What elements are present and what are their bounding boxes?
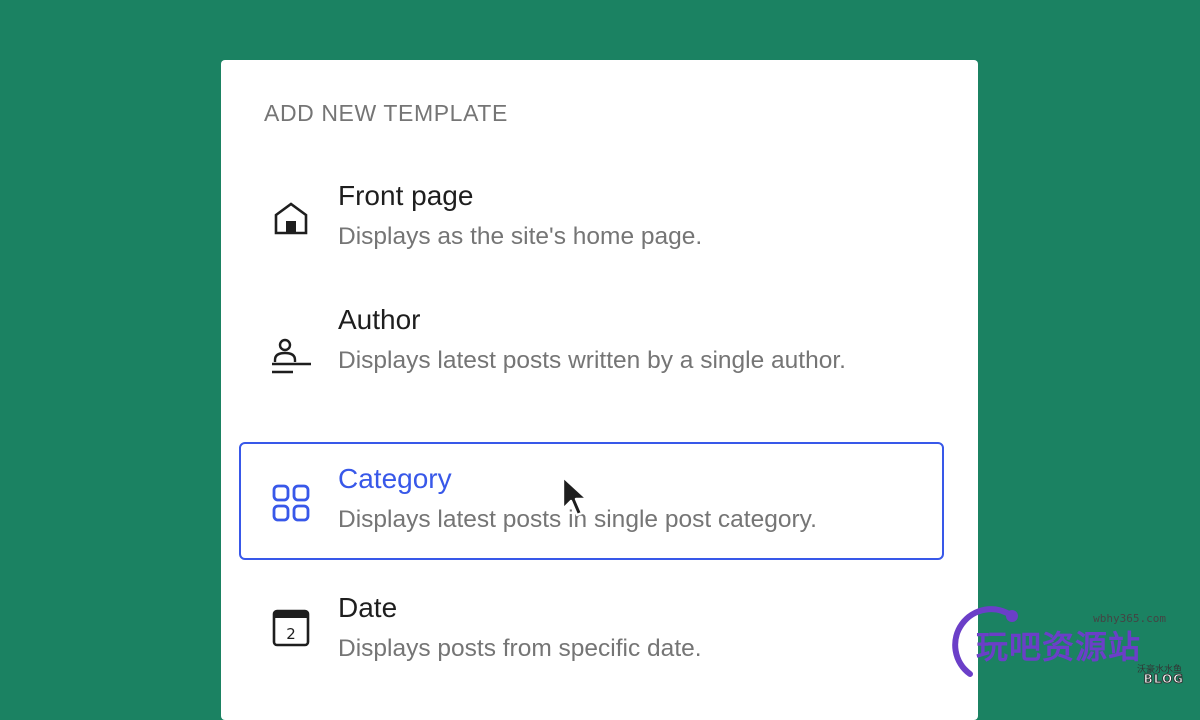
category-grid-icon (272, 484, 310, 522)
menu-item-label: Category (338, 463, 452, 494)
menu-item-author[interactable]: Author Displays latest posts written by … (239, 292, 944, 422)
menu-item-description: Displays latest posts written by a singl… (338, 347, 846, 374)
calendar-icon: 2 (272, 609, 310, 647)
home-icon (274, 202, 308, 235)
menu-item-description: Displays posts from specific date. (338, 635, 702, 662)
author-icon (272, 338, 311, 374)
menu-item-description: Displays as the site's home page. (338, 223, 703, 250)
menu-item-label: Author (338, 304, 421, 335)
menu-item-date[interactable]: 2 Date Displays posts from specific date… (239, 580, 944, 680)
panel-title: ADD NEW TEMPLATE (264, 100, 508, 126)
watermark-blog: BLOG (1143, 672, 1184, 687)
menu-item-label: Date (338, 592, 398, 623)
add-template-panel: ADD NEW TEMPLATE Front page Displays as … (221, 60, 978, 720)
menu-item-front-page[interactable]: Front page Displays as the site's home p… (239, 168, 944, 264)
watermark-name: 玩吧资源站 (976, 628, 1142, 666)
mouse-cursor-icon (561, 475, 589, 517)
menu-item-category[interactable]: Category Displays latest posts in single… (239, 442, 944, 560)
watermark-logo: wbhy365.com 玩吧资源站 沃豪水水鱼 BLOG (948, 604, 1198, 696)
menu-item-label: Front page (338, 180, 474, 211)
calendar-day: 2 (286, 625, 296, 643)
menu-item-description: Displays latest posts in single post cat… (338, 506, 817, 533)
